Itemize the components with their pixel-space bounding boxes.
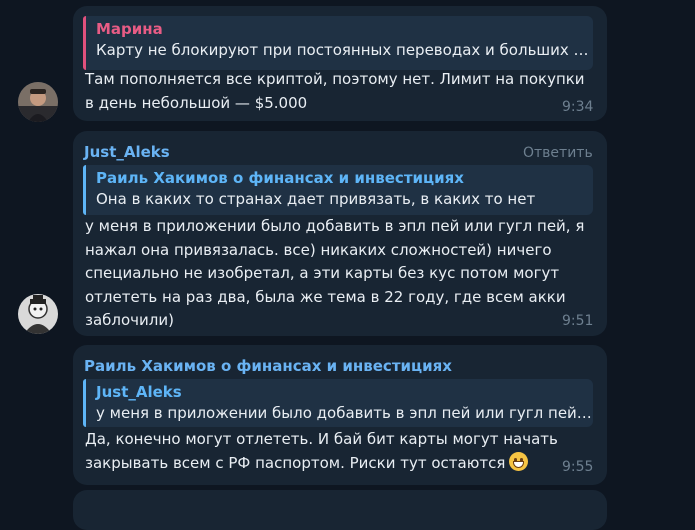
reply-text: у меня в приложении было добавить в эпл … bbox=[96, 404, 593, 422]
message-bubble[interactable]: Раиль Хакимов о финансах и инвестициях J… bbox=[73, 345, 607, 485]
message-time: 9:51 bbox=[562, 313, 594, 329]
reply-text: Она в каких то странах дает привязать, в… bbox=[96, 190, 536, 208]
message-time: 9:34 bbox=[562, 99, 594, 115]
avatar[interactable] bbox=[18, 294, 58, 334]
message-text-content: Да, конечно могут отлететь. И бай бит ка… bbox=[85, 430, 558, 472]
message-bubble[interactable]: Марина Карту не блокируют при постоянных… bbox=[73, 6, 607, 121]
message-text: Да, конечно могут отлететь. И бай бит ка… bbox=[85, 428, 590, 475]
message-text: Там пополняется все криптой, поэтому нет… bbox=[85, 70, 585, 112]
reply-button[interactable]: Ответить bbox=[523, 145, 593, 161]
grinning-face-emoji bbox=[509, 451, 529, 471]
reply-author: Just_Aleks bbox=[96, 383, 182, 401]
user-photo-icon bbox=[18, 82, 58, 122]
sender-name[interactable]: Раиль Хакимов о финансах и инвестициях bbox=[84, 356, 452, 376]
reply-text: Карту не блокируют при постоянных перево… bbox=[96, 41, 593, 59]
sender-name[interactable]: Just_Aleks bbox=[84, 142, 170, 162]
reply-author: Раиль Хакимов о финансах и инвестициях bbox=[96, 169, 464, 187]
message-time: 9:55 bbox=[562, 459, 594, 475]
message-bubble[interactable]: Just_Aleks Ответить Раиль Хакимов о фина… bbox=[73, 131, 607, 336]
message-text: у меня в приложении было добавить в эпл … bbox=[85, 217, 585, 330]
reply-quote[interactable]: Just_Aleks у меня в приложении было доба… bbox=[83, 379, 593, 427]
avatar[interactable] bbox=[18, 82, 58, 122]
reply-quote[interactable]: Раиль Хакимов о финансах и инвестициях О… bbox=[83, 165, 593, 215]
reply-quote[interactable]: Марина Карту не блокируют при постоянных… bbox=[83, 16, 593, 70]
message-bubble-partial[interactable] bbox=[73, 490, 607, 530]
reply-author: Марина bbox=[96, 20, 163, 38]
user-photo-icon bbox=[18, 294, 58, 334]
